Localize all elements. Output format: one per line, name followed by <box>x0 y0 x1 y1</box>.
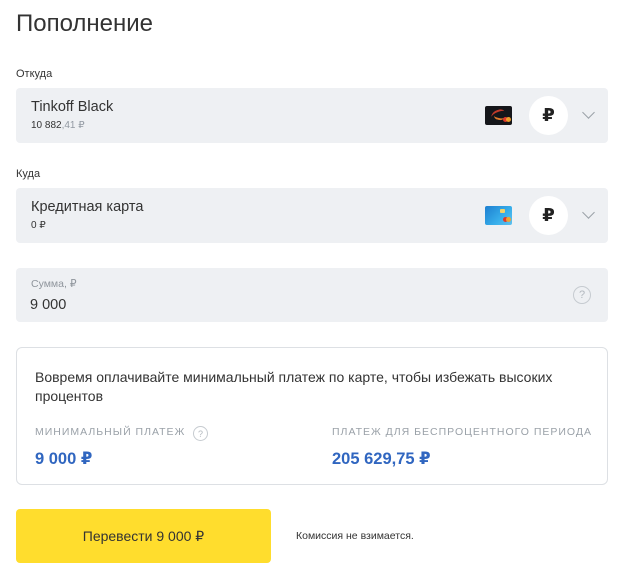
help-icon[interactable]: ? <box>573 286 591 304</box>
info-text: Вовремя оплачивайте минимальный платеж п… <box>35 369 553 404</box>
amount-input[interactable] <box>30 295 550 315</box>
help-icon[interactable]: ? <box>193 426 208 441</box>
grace-payment-label: ПЛАТЕЖ ДЛЯ БЕСПРОЦЕНТНОГО ПЕРИОДА <box>332 426 592 438</box>
chevron-down-icon[interactable] <box>582 106 595 119</box>
black-card-icon <box>485 106 512 125</box>
from-balance-kopecks: ,41 ₽ <box>61 120 85 131</box>
to-account-name: Кредитная карта <box>31 199 144 215</box>
min-payment-value: 9 000 ₽ <box>35 450 93 468</box>
from-account-balance: 10 882,41 ₽ <box>31 120 85 131</box>
from-account-name: Tinkoff Black <box>31 99 114 115</box>
min-payment-label: МИНИМАЛЬНЫЙ ПЛАТЕЖ <box>35 426 186 438</box>
to-account-select[interactable]: Кредитная карта 0 ₽ ₽ <box>16 188 608 243</box>
ruble-currency-icon: ₽ <box>529 196 568 235</box>
from-account-select[interactable]: Tinkoff Black 10 882,41 ₽ ₽ <box>16 88 608 143</box>
to-label: Куда <box>16 168 41 180</box>
ruble-currency-icon: ₽ <box>529 96 568 135</box>
page-title: Пополнение <box>16 10 154 37</box>
from-balance-main: 10 882 <box>31 120 62 131</box>
amount-field[interactable]: Сумма, ₽ ? <box>16 268 608 322</box>
commission-note: Комиссия не взимается. <box>296 530 414 542</box>
from-label: Откуда <box>16 68 53 80</box>
transfer-button[interactable]: Перевести 9 000 ₽ <box>16 509 271 563</box>
to-account-balance: 0 ₽ <box>31 220 46 231</box>
chevron-down-icon[interactable] <box>582 206 595 219</box>
grace-payment-value: 205 629,75 ₽ <box>332 450 431 468</box>
payment-info-card: Вовремя оплачивайте минимальный платеж п… <box>16 347 608 485</box>
amount-label: Сумма, ₽ <box>31 278 77 290</box>
blue-card-icon <box>485 206 512 225</box>
